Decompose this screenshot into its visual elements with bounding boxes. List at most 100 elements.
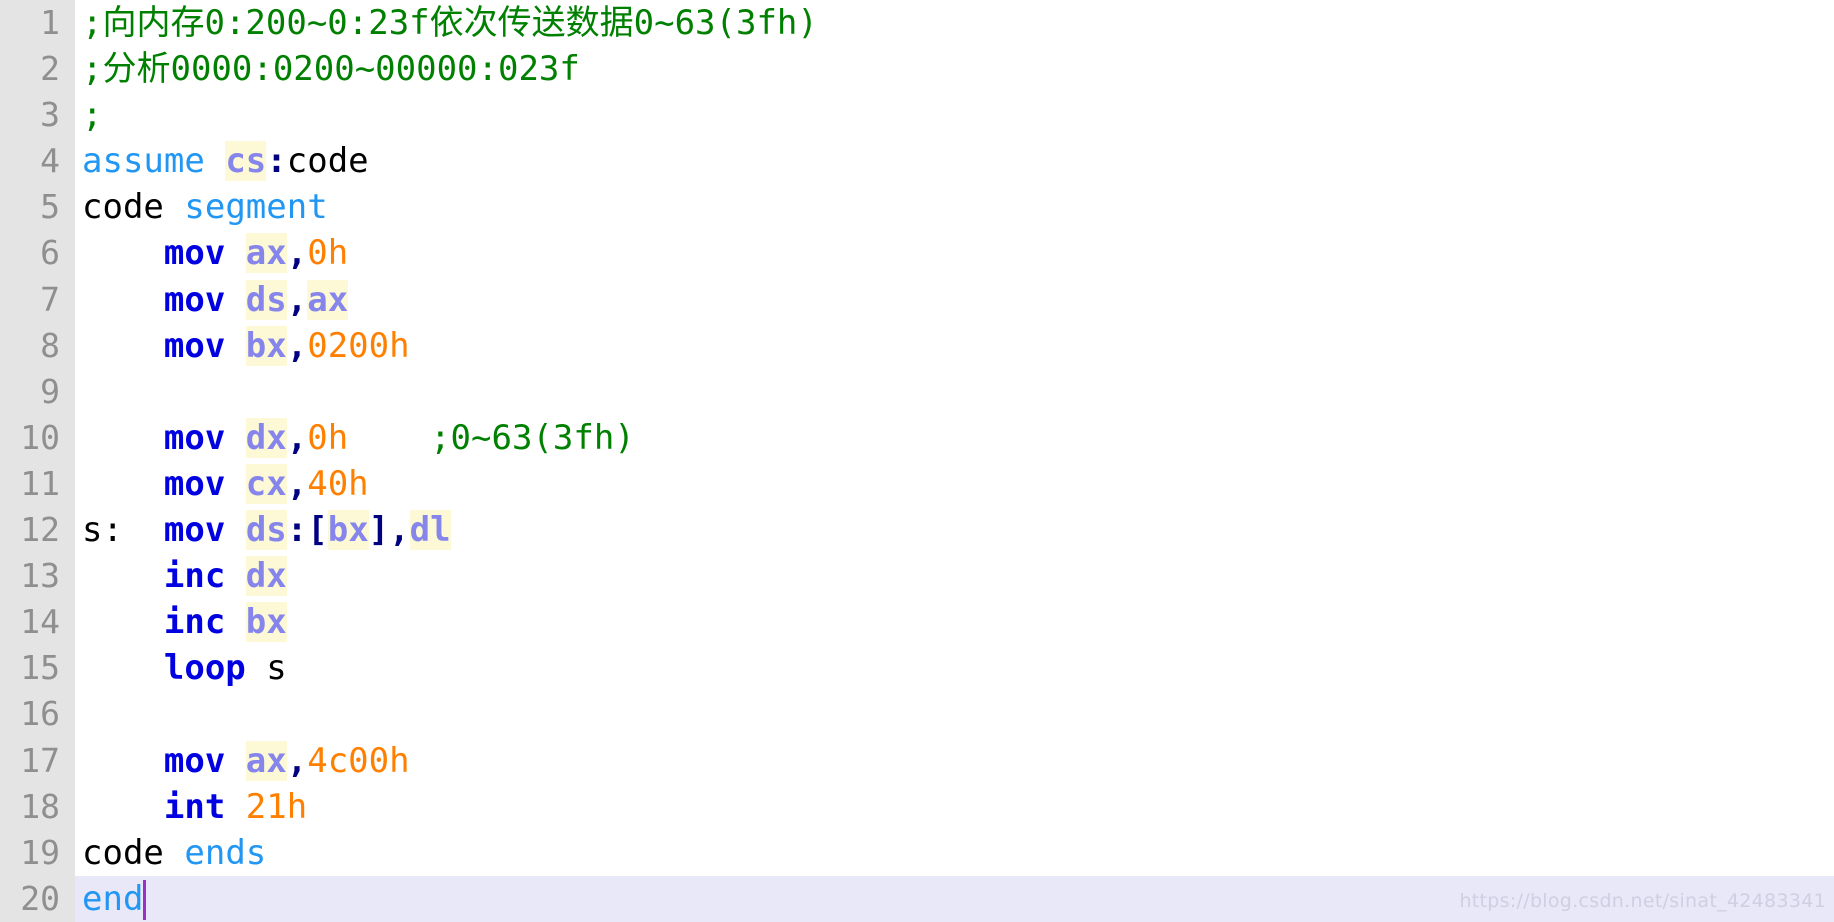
token-instruction: mov (163, 740, 226, 781)
code-text[interactable]: mov bx,0200h (82, 323, 410, 369)
token-punctuation: , (286, 417, 308, 458)
code-line[interactable]: 14 inc bx (0, 599, 1834, 645)
token-comment: ;向内存0:200~0:23f依次传送数据0~63(3fh) (82, 3, 818, 43)
token-punctuation: ], (368, 510, 410, 551)
token-register: ds (245, 279, 287, 320)
code-line[interactable]: 8 mov bx,0200h (0, 323, 1834, 369)
code-text[interactable]: mov ax,0h (82, 230, 348, 276)
code-line[interactable]: 1 ;向内存0:200~0:23f依次传送数据0~63(3fh) (0, 0, 1834, 46)
code-text[interactable]: mov ax,4c00h (82, 738, 410, 784)
code-text[interactable]: mov cx,40h (82, 461, 369, 507)
line-number: 14 (20, 602, 60, 642)
code-line[interactable]: 18 int 21h (0, 784, 1834, 830)
token-keyword: end (82, 878, 144, 919)
code-text[interactable]: inc dx (82, 553, 287, 599)
line-number: 9 (40, 371, 60, 411)
line-number: 3 (40, 95, 60, 135)
line-number: 6 (40, 233, 60, 273)
token-register: ax (245, 233, 287, 274)
code-text[interactable]: end (82, 876, 143, 922)
line-number: 11 (20, 463, 60, 503)
token-instruction: mov (163, 463, 226, 504)
token-punctuation: , (286, 463, 308, 504)
code-text[interactable]: mov dx,0h ;0~63(3fh) (82, 415, 635, 461)
code-line[interactable]: 3; (0, 92, 1834, 138)
line-number: 1 (40, 3, 60, 42)
code-text[interactable]: ; (82, 92, 102, 138)
code-line[interactable]: 15 loop s (0, 645, 1834, 691)
token-plain: code (82, 187, 164, 228)
code-text[interactable]: code ends (82, 830, 266, 876)
line-number: 15 (20, 648, 60, 688)
code-text[interactable]: code segment (82, 184, 328, 230)
text-caret (143, 879, 147, 920)
line-number: 5 (40, 187, 60, 227)
code-lines-container[interactable]: 1 ;向内存0:200~0:23f依次传送数据0~63(3fh) 2 ;分析0000:… (0, 0, 1834, 922)
line-number: 19 (20, 832, 60, 872)
code-text[interactable]: ;分析0000:0200~00000:023f (82, 46, 580, 92)
line-number: 7 (40, 279, 60, 319)
code-text[interactable]: ;向内存0:200~0:23f依次传送数据0~63(3fh) (82, 0, 818, 46)
csdn-watermark: https://blog.csdn.net/sinat_42483341 (1459, 890, 1826, 912)
token-number: 0200h (307, 325, 410, 366)
token-register: dx (245, 417, 287, 458)
code-line[interactable]: 6 mov ax,0h (0, 230, 1834, 276)
token-register: cs (225, 141, 267, 182)
code-text[interactable]: loop s (82, 645, 287, 691)
token-instruction: inc (163, 556, 226, 597)
code-line[interactable]: 19 code ends (0, 830, 1834, 876)
code-text[interactable]: assume cs:code (82, 138, 369, 184)
code-line[interactable]: 5 code segment (0, 184, 1834, 230)
code-text[interactable]: mov ds,ax (82, 277, 349, 323)
code-line[interactable]: 9 (0, 369, 1834, 415)
token-plain: s: (82, 510, 123, 551)
code-text[interactable]: int 21h (82, 784, 307, 830)
code-line[interactable]: 4 assume cs:code (0, 138, 1834, 184)
code-text[interactable]: inc bx (82, 599, 287, 645)
code-line[interactable]: 11 mov cx,40h (0, 461, 1834, 507)
token-register: bx (327, 510, 369, 551)
token-register: bx (245, 325, 287, 366)
line-number: 20 (20, 878, 60, 918)
token-comment: ; (82, 95, 103, 136)
code-line[interactable]: 7 mov ds,ax (0, 277, 1834, 323)
token-comment: ;0~63(3fh) (430, 417, 635, 458)
token-plain: code (286, 141, 369, 182)
token-punctuation: , (286, 325, 308, 366)
line-number: 18 (20, 786, 60, 826)
token-instruction: mov (163, 279, 226, 320)
code-text[interactable]: s: mov ds:[bx],dl (82, 507, 451, 553)
code-line[interactable]: 2 ;分析0000:0200~00000:023f (0, 46, 1834, 92)
code-line[interactable]: 10 mov dx,0h ;0~63(3fh) (0, 415, 1834, 461)
code-line[interactable]: 13 inc dx (0, 553, 1834, 599)
token-instruction: mov (163, 417, 226, 458)
token-instruction: mov (163, 510, 226, 551)
token-keyword: ends (184, 832, 267, 873)
code-line[interactable]: 17 mov ax,4c00h (0, 738, 1834, 784)
line-number: 4 (40, 141, 60, 181)
token-instruction: int (163, 786, 226, 827)
token-comment: ;分析0000:0200~00000:023f (82, 49, 580, 90)
code-line[interactable]: 16 (0, 691, 1834, 737)
token-instruction: mov (163, 325, 226, 366)
token-register: dx (245, 556, 287, 597)
code-line[interactable]: 12 s: mov ds:[bx],dl (0, 507, 1834, 553)
token-plain: code (82, 832, 164, 873)
token-register: dl (409, 510, 451, 551)
token-number: 0h (307, 233, 349, 274)
code-editor[interactable]: 1 ;向内存0:200~0:23f依次传送数据0~63(3fh) 2 ;分析0000:… (0, 0, 1834, 922)
